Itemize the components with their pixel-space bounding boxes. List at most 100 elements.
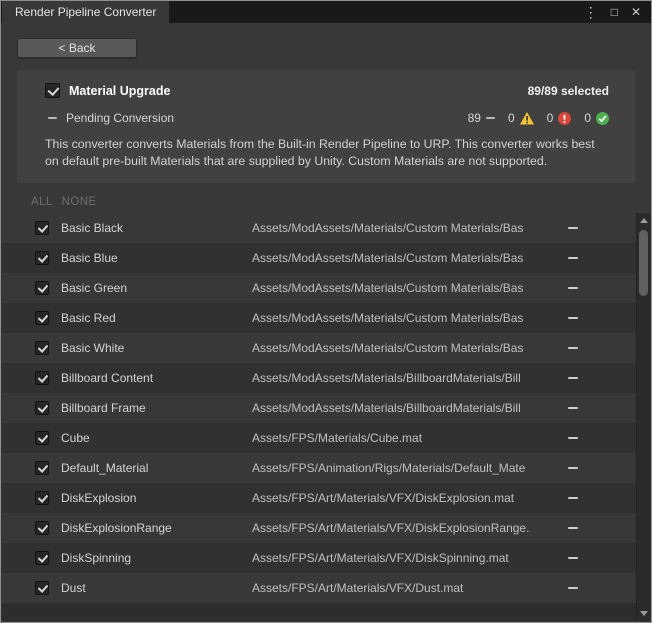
success-count: 0	[584, 111, 591, 125]
item-name: Default_Material	[49, 461, 252, 475]
item-name: Dust	[49, 581, 252, 595]
item-path: Assets/ModAssets/Materials/BillboardMate…	[252, 371, 568, 385]
success-count-group: 0	[584, 111, 609, 125]
list-item[interactable]: DiskExplosion Assets/FPS/Art/Materials/V…	[2, 483, 636, 513]
item-status-dash-icon	[568, 557, 578, 559]
item-checkbox[interactable]	[35, 491, 49, 505]
pending-conversion-row[interactable]: Pending Conversion 89 0 0	[45, 111, 609, 125]
converter-panel: Material Upgrade 89/89 selected Pending …	[17, 70, 635, 183]
pending-label: Pending Conversion	[66, 111, 174, 125]
item-status-dash-icon	[568, 287, 578, 289]
warning-count: 0	[508, 111, 515, 125]
item-name: Billboard Frame	[49, 401, 252, 415]
item-path: Assets/FPS/Materials/Cube.mat	[252, 431, 568, 445]
item-checkbox[interactable]	[35, 431, 49, 445]
list-item[interactable]: Basic Green Assets/ModAssets/Materials/C…	[2, 273, 636, 303]
toolbar: < Back	[1, 23, 651, 70]
error-icon	[558, 112, 571, 125]
list-item[interactable]: Basic Blue Assets/ModAssets/Materials/Cu…	[2, 243, 636, 273]
error-count: 0	[547, 111, 554, 125]
list-item[interactable]: Cube Assets/FPS/Materials/Cube.mat	[2, 423, 636, 453]
item-checkbox[interactable]	[35, 371, 49, 385]
item-path: Assets/ModAssets/Materials/BillboardMate…	[252, 401, 568, 415]
pending-count: 89	[468, 111, 481, 125]
item-path: Assets/FPS/Art/Materials/VFX/DiskSpinnin…	[252, 551, 568, 565]
list-item[interactable]: DiskSpinning Assets/FPS/Art/Materials/VF…	[2, 543, 636, 573]
render-pipeline-converter-window: Render Pipeline Converter ⋮ □ ✕ < Back M…	[0, 0, 652, 623]
selected-count: 89/89 selected	[528, 84, 609, 98]
scroll-down-icon[interactable]	[637, 606, 650, 621]
item-status-dash-icon	[568, 317, 578, 319]
list-item[interactable]: DiskExplosionRange Assets/FPS/Art/Materi…	[2, 513, 636, 543]
item-path: Assets/FPS/Art/Materials/VFX/DiskExplosi…	[252, 491, 568, 505]
item-status-dash-icon	[568, 497, 578, 499]
item-name: DiskExplosion	[49, 491, 252, 505]
select-buttons: ALL NONE	[31, 196, 651, 208]
item-path: Assets/ModAssets/Materials/Custom Materi…	[252, 341, 568, 355]
item-name: Basic Green	[49, 281, 252, 295]
titlebar: Render Pipeline Converter ⋮ □ ✕	[1, 1, 651, 23]
list-item[interactable]: Basic Red Assets/ModAssets/Materials/Cus…	[2, 303, 636, 333]
pending-count-group: 89	[468, 111, 495, 125]
item-name: Billboard Content	[49, 371, 252, 385]
list-item[interactable]: Billboard Frame Assets/ModAssets/Materia…	[2, 393, 636, 423]
window-controls: ⋮ □ ✕	[584, 1, 651, 23]
select-none-button[interactable]: NONE	[62, 196, 97, 208]
item-checkbox[interactable]	[35, 281, 49, 295]
scrollbar[interactable]	[636, 213, 650, 621]
item-checkbox[interactable]	[35, 401, 49, 415]
item-status-dash-icon	[568, 587, 578, 589]
status-counts: 89 0 0 0	[468, 111, 609, 125]
list-item[interactable]: Basic White Assets/ModAssets/Materials/C…	[2, 333, 636, 363]
item-checkbox[interactable]	[35, 341, 49, 355]
item-path: Assets/ModAssets/Materials/Custom Materi…	[252, 281, 568, 295]
item-checkbox[interactable]	[35, 251, 49, 265]
item-status-dash-icon	[568, 347, 578, 349]
conversion-list: Basic Black Assets/ModAssets/Materials/C…	[2, 213, 636, 603]
indeterminate-dash-icon	[48, 117, 57, 119]
kebab-menu-icon[interactable]: ⋮	[584, 5, 598, 19]
maximize-icon[interactable]: □	[611, 6, 618, 18]
converter-description: This converter converts Materials from t…	[45, 136, 609, 170]
list-item[interactable]: Default_Material Assets/FPS/Animation/Ri…	[2, 453, 636, 483]
converter-title: Material Upgrade	[69, 84, 170, 98]
scroll-up-icon[interactable]	[637, 213, 650, 228]
item-path: Assets/FPS/Art/Materials/VFX/Dust.mat	[252, 581, 568, 595]
close-icon[interactable]: ✕	[631, 6, 641, 18]
warning-count-group: 0	[508, 111, 534, 125]
item-checkbox[interactable]	[35, 221, 49, 235]
item-name: Basic Black	[49, 221, 252, 235]
item-status-dash-icon	[568, 437, 578, 439]
item-name: Basic Red	[49, 311, 252, 325]
warning-icon	[520, 112, 534, 125]
item-name: Basic White	[49, 341, 252, 355]
item-path: Assets/FPS/Art/Materials/VFX/DiskExplosi…	[252, 521, 568, 535]
item-status-dash-icon	[568, 377, 578, 379]
pending-dash-icon	[486, 117, 495, 119]
item-checkbox[interactable]	[35, 461, 49, 475]
item-status-dash-icon	[568, 467, 578, 469]
item-path: Assets/ModAssets/Materials/Custom Materi…	[252, 221, 568, 235]
converter-checkbox[interactable]	[45, 83, 60, 98]
item-checkbox[interactable]	[35, 581, 49, 595]
item-path: Assets/FPS/Animation/Rigs/Materials/Defa…	[252, 461, 568, 475]
scroll-thumb[interactable]	[639, 230, 648, 296]
list-item[interactable]: Dust Assets/FPS/Art/Materials/VFX/Dust.m…	[2, 573, 636, 603]
window-tab[interactable]: Render Pipeline Converter	[2, 1, 169, 23]
item-checkbox[interactable]	[35, 551, 49, 565]
conversion-list-region: Basic Black Assets/ModAssets/Materials/C…	[2, 213, 650, 621]
list-item[interactable]: Billboard Content Assets/ModAssets/Mater…	[2, 363, 636, 393]
list-item[interactable]: Basic Black Assets/ModAssets/Materials/C…	[2, 213, 636, 243]
item-name: Basic Blue	[49, 251, 252, 265]
item-checkbox[interactable]	[35, 311, 49, 325]
item-path: Assets/ModAssets/Materials/Custom Materi…	[252, 251, 568, 265]
back-button[interactable]: < Back	[17, 38, 137, 58]
item-checkbox[interactable]	[35, 521, 49, 535]
item-status-dash-icon	[568, 257, 578, 259]
item-name: DiskSpinning	[49, 551, 252, 565]
error-count-group: 0	[547, 111, 572, 125]
item-name: Cube	[49, 431, 252, 445]
window-title: Render Pipeline Converter	[15, 5, 156, 19]
select-all-button[interactable]: ALL	[31, 196, 53, 208]
item-status-dash-icon	[568, 227, 578, 229]
